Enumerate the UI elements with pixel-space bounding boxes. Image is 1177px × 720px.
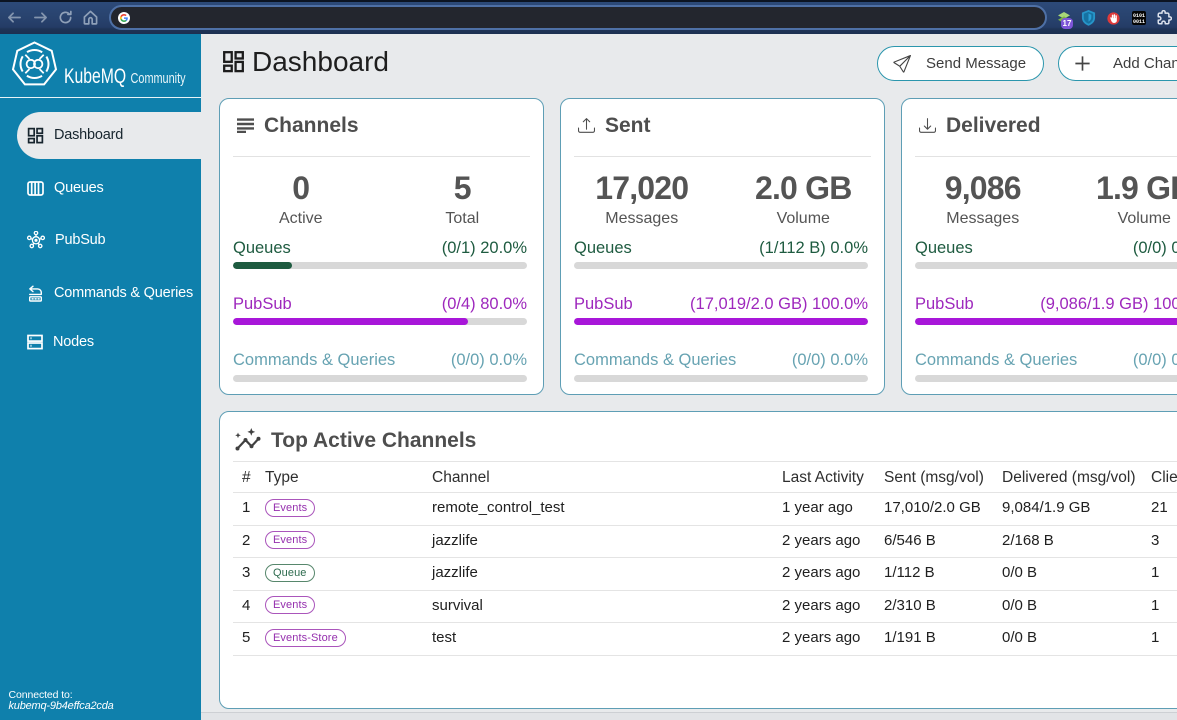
svg-text:0011: 0011 [1133,19,1145,25]
